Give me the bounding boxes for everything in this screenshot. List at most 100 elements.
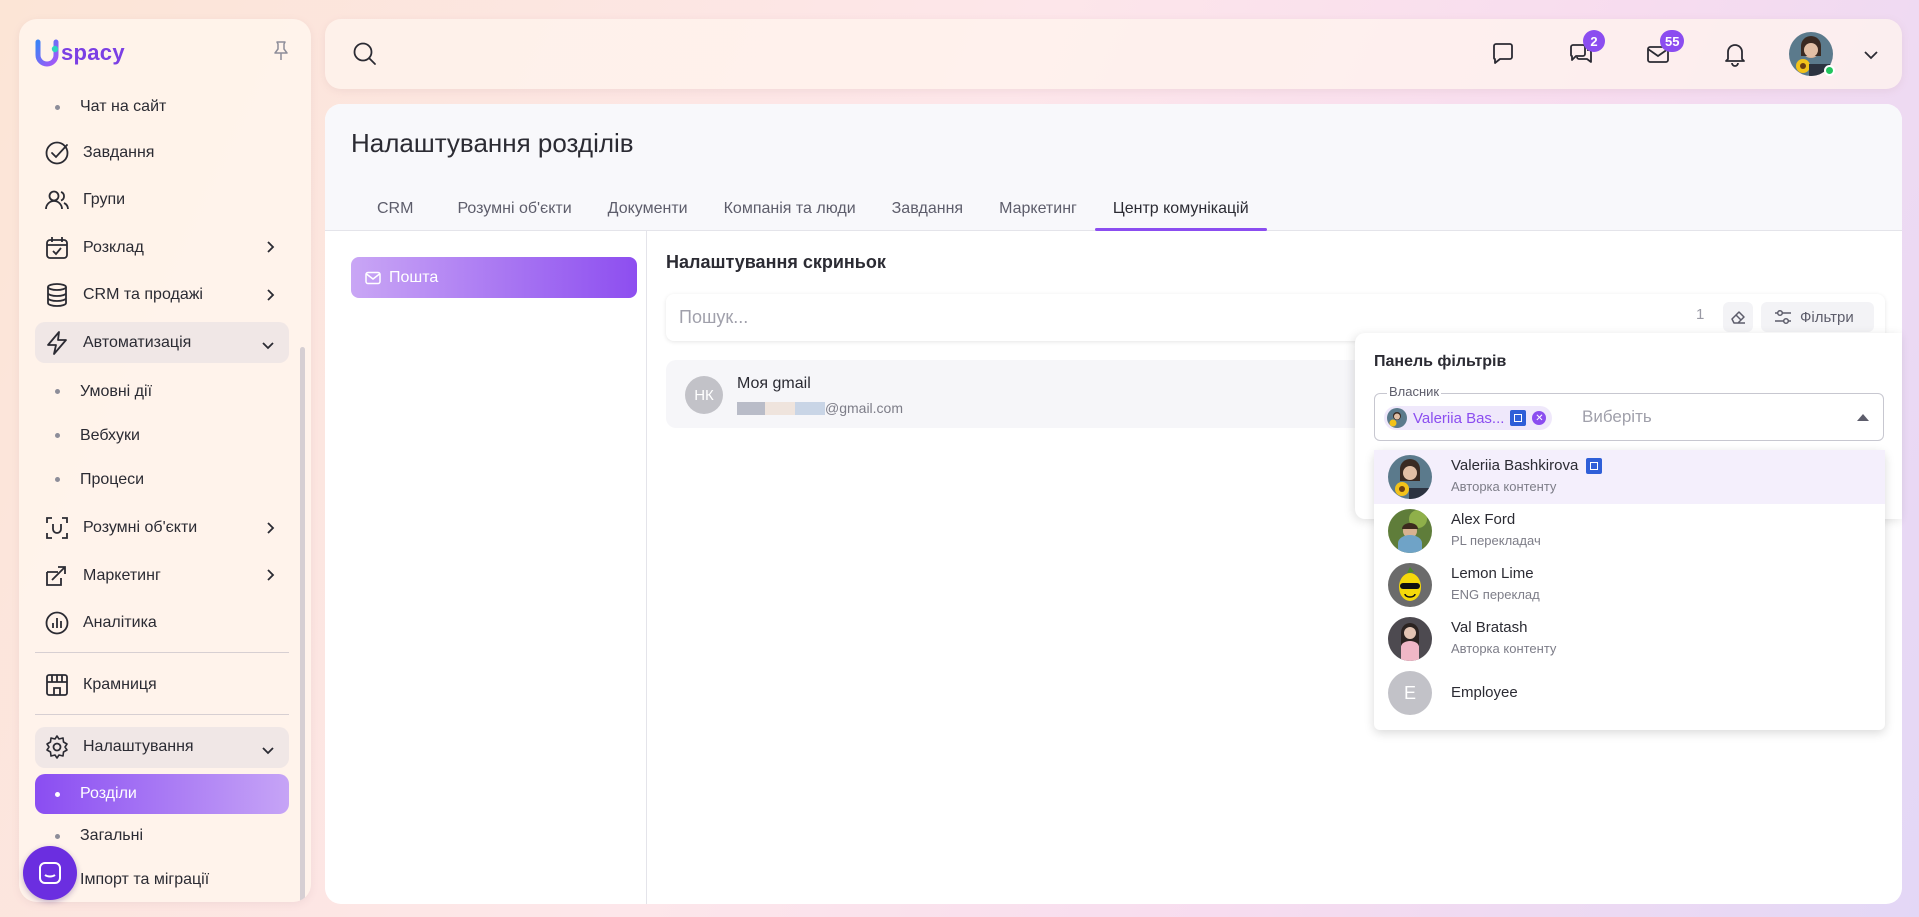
uspacy-logo[interactable]: spacy xyxy=(35,39,125,67)
sidebar-item-label: Крамниця xyxy=(83,676,157,693)
caret-up-icon[interactable] xyxy=(1857,414,1869,421)
redacted-block xyxy=(737,401,765,415)
sidebar-item-label: CRM та продажі xyxy=(83,286,203,303)
avatar xyxy=(1388,509,1432,553)
sidebar-item-label: Розділи xyxy=(80,785,137,802)
support-chat-button[interactable] xyxy=(23,846,77,900)
chat-bubble-icon xyxy=(39,862,61,884)
section-tabs: CRM Розумні об'єкти Документи Компанія т… xyxy=(351,186,1267,231)
admin-badge-icon xyxy=(1586,457,1603,474)
sidebar-item-label: Процеси xyxy=(80,470,145,488)
top-bar: 2 55 xyxy=(325,19,1902,89)
mailbox-email-suffix: @gmail.com xyxy=(825,400,904,416)
bullet-dot xyxy=(55,477,60,482)
sidebar-sub-processes[interactable]: Процеси xyxy=(35,458,289,502)
sidebar-sub-general[interactable]: Загальні xyxy=(35,814,289,858)
sidebar-item-settings[interactable]: Налаштування xyxy=(35,726,289,768)
sidebar-item-crm[interactable]: CRM та продажі xyxy=(35,275,289,316)
sidebar-item-analytics[interactable]: Аналітика xyxy=(35,603,289,644)
tab-documents[interactable]: Документи xyxy=(590,186,706,231)
search-icon[interactable] xyxy=(352,41,378,72)
store-icon xyxy=(43,671,71,699)
filters-button[interactable]: Фільтри xyxy=(1761,302,1874,332)
sidebar-item-label: Вебхуки xyxy=(80,426,140,444)
mailbox-email: @gmail.com xyxy=(737,400,903,416)
sidebar-nav: Чат на сайт Завдання Групи Розклад CRM т… xyxy=(35,98,289,902)
sidebar-scrollbar[interactable] xyxy=(300,347,305,902)
users-icon xyxy=(43,186,71,214)
sidebar-item-label: Аналітика xyxy=(83,614,157,631)
pin-icon[interactable] xyxy=(273,41,289,66)
select-placeholder: Виберіть xyxy=(1582,407,1652,426)
tab-communications-center[interactable]: Центр комунікацій xyxy=(1094,186,1267,231)
clear-filters-button[interactable] xyxy=(1723,302,1753,332)
sidebar-sub-webhooks[interactable]: Вебхуки xyxy=(35,414,289,458)
database-icon xyxy=(43,281,71,309)
owner-option[interactable]: Alex Ford PL перекладач xyxy=(1374,504,1885,558)
sidebar-item-label: Групи xyxy=(83,191,126,208)
bullet-dot xyxy=(55,104,60,110)
tab-smart-objects[interactable]: Розумні об'єкти xyxy=(439,186,589,231)
sidebar-item-smart-objects[interactable]: Розумні об'єкти xyxy=(35,508,289,549)
sidebar-item-groups[interactable]: Групи xyxy=(35,180,289,221)
option-name: Valeriia Bashkirova xyxy=(1451,457,1603,474)
sidebar-item-marketing[interactable]: Маркетинг xyxy=(35,555,289,596)
sidebar-sub-sections[interactable]: Розділи xyxy=(35,774,289,814)
left-menu: Пошта xyxy=(325,231,647,904)
mail-menu-item[interactable]: Пошта xyxy=(351,257,637,298)
lightning-icon xyxy=(43,329,71,357)
mailbox-name: Моя gmail xyxy=(737,375,811,392)
mail-badge: 55 xyxy=(1660,30,1685,52)
owner-select[interactable]: Власник Valeriia Bas... ✕ Виберіть xyxy=(1374,384,1884,441)
tab-tasks[interactable]: Завдання xyxy=(874,186,981,231)
avatar: E xyxy=(1388,671,1432,715)
messages-icon[interactable] xyxy=(1488,39,1518,69)
sidebar-sub-conditional-actions[interactable]: Умовні дії xyxy=(35,370,289,414)
search-placeholder: Пошук... xyxy=(679,307,749,327)
gear-icon xyxy=(43,733,71,761)
filter-count: 1 xyxy=(1696,306,1705,323)
tab-company-people[interactable]: Компанія та люди xyxy=(706,186,874,231)
owner-option[interactable]: Lemon Lime ENG переклад xyxy=(1374,558,1885,612)
scan-icon xyxy=(43,514,71,542)
option-name: Val Bratash xyxy=(1451,619,1528,636)
chats-badge: 2 xyxy=(1583,30,1605,52)
chats-icon[interactable]: 2 xyxy=(1566,30,1605,69)
eraser-icon xyxy=(1731,311,1745,324)
sidebar-sub-site-chat[interactable]: Чат на сайт xyxy=(35,86,289,128)
chevron-right-icon xyxy=(265,288,275,307)
chevron-down-icon[interactable] xyxy=(1863,48,1879,66)
owner-option[interactable]: Valeriia Bashkirova Авторка контенту xyxy=(1374,450,1885,504)
avatar xyxy=(1387,408,1407,428)
tab-crm[interactable]: CRM xyxy=(351,186,439,231)
sidebar-item-label: Розклад xyxy=(83,238,144,256)
mail-menu-label: Пошта xyxy=(389,268,439,286)
option-role: ENG переклад xyxy=(1451,587,1540,602)
sidebar-item-store[interactable]: Крамниця xyxy=(35,665,289,706)
chevron-down-icon xyxy=(261,742,275,760)
sidebar-item-label: Розумні об'єкти xyxy=(83,519,198,536)
redacted-block xyxy=(765,401,795,415)
sidebar-item-label: Імпорт та міграції xyxy=(80,871,210,888)
bell-icon[interactable] xyxy=(1720,39,1750,69)
page-header: Налаштування розділів CRM Розумні об'єкт… xyxy=(325,104,1902,231)
sidebar-item-label: Загальні xyxy=(80,827,144,844)
filters-label: Фільтри xyxy=(1800,308,1854,326)
sidebar-item-label: Чат на сайт xyxy=(80,98,167,115)
mail-icon[interactable]: 55 xyxy=(1643,30,1685,69)
tab-marketing[interactable]: Маркетинг xyxy=(981,186,1095,231)
logo-text: spacy xyxy=(61,40,125,65)
remove-chip-icon[interactable]: ✕ xyxy=(1532,411,1547,425)
sidebar-item-tasks[interactable]: Завдання xyxy=(35,132,289,173)
chevron-right-icon xyxy=(265,240,275,259)
selected-owner-chip[interactable]: Valeriia Bas... ✕ xyxy=(1384,406,1553,430)
owner-option[interactable]: E Employee xyxy=(1374,666,1885,720)
mailboxes-title: Налаштування скриньок xyxy=(666,252,886,272)
sidebar-item-automation[interactable]: Автоматизація xyxy=(35,322,289,363)
sidebar-divider xyxy=(35,713,289,715)
page-title: Налаштування розділів xyxy=(351,128,634,158)
sidebar-item-schedule[interactable]: Розклад xyxy=(35,227,289,268)
calendar-icon xyxy=(43,234,71,262)
owner-option[interactable]: Val Bratash Авторка контенту xyxy=(1374,612,1885,666)
sidebar-item-label: Умовні дії xyxy=(80,382,153,400)
